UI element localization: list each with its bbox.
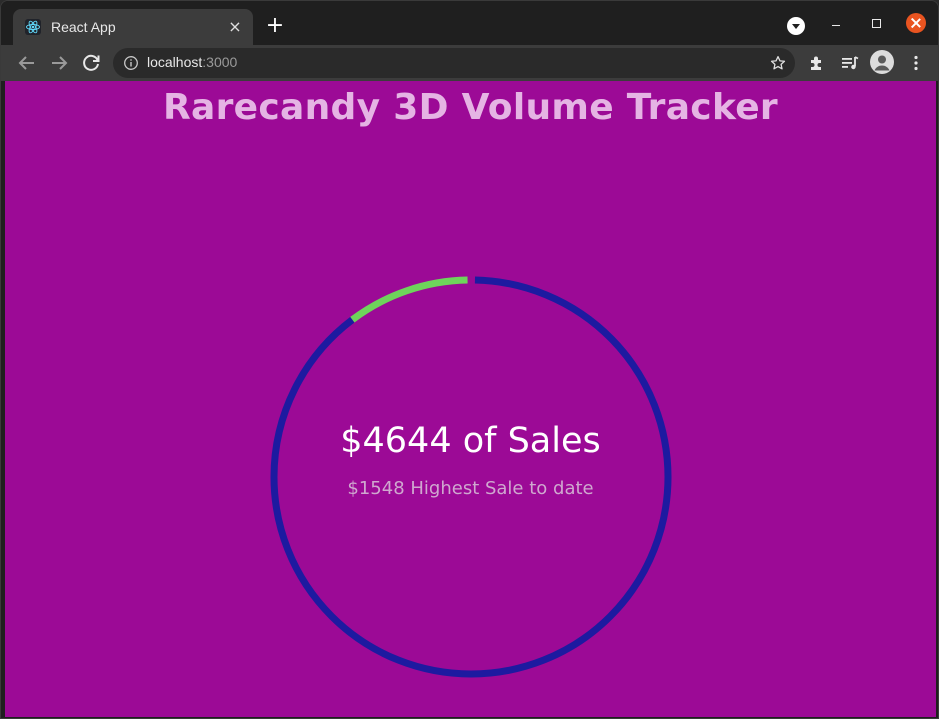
bookmark-star-icon[interactable] bbox=[769, 54, 787, 72]
site-info-icon[interactable] bbox=[123, 55, 139, 71]
reload-icon[interactable] bbox=[79, 51, 103, 75]
url-host: localhost bbox=[147, 54, 203, 70]
back-arrow-icon[interactable] bbox=[15, 51, 39, 75]
page-title: Rarecandy 3D Volume Tracker bbox=[163, 87, 778, 128]
maximize-window-icon[interactable] bbox=[866, 14, 886, 34]
tab-react-app[interactable]: React App × bbox=[13, 9, 253, 45]
tab-search-icon[interactable] bbox=[787, 17, 805, 35]
react-logo-icon bbox=[25, 19, 41, 35]
forward-arrow-icon[interactable] bbox=[47, 51, 71, 75]
close-window-icon[interactable] bbox=[906, 13, 926, 33]
more-menu-icon[interactable] bbox=[906, 53, 926, 73]
address-bar[interactable]: localhost:3000 bbox=[113, 48, 795, 78]
media-controls-icon[interactable] bbox=[840, 53, 860, 73]
extensions-puzzle-icon[interactable] bbox=[807, 53, 827, 73]
highest-sale-label: $1548 Highest Sale to date bbox=[347, 478, 594, 499]
person-icon bbox=[874, 55, 890, 71]
sales-total-label: $4644 of Sales bbox=[340, 421, 601, 461]
profile-avatar-icon[interactable] bbox=[870, 50, 894, 74]
new-tab-icon[interactable]: + bbox=[263, 15, 287, 39]
page-viewport: Rarecandy 3D Volume Tracker $4644 of Sal… bbox=[5, 81, 936, 717]
browser-toolbar: localhost:3000 bbox=[1, 45, 938, 81]
url-text[interactable]: localhost:3000 bbox=[147, 54, 237, 70]
minimize-window-icon[interactable] bbox=[826, 14, 846, 34]
url-port: :3000 bbox=[202, 54, 238, 70]
tab-close-icon[interactable]: × bbox=[227, 19, 243, 35]
tab-strip: React App × + bbox=[1, 1, 938, 45]
tab-title: React App bbox=[51, 19, 116, 35]
progress-track bbox=[270, 276, 672, 678]
sales-progress-ring bbox=[270, 276, 672, 678]
browser-window: React App × + localhost:3000 Rarecandy 3… bbox=[0, 0, 939, 719]
